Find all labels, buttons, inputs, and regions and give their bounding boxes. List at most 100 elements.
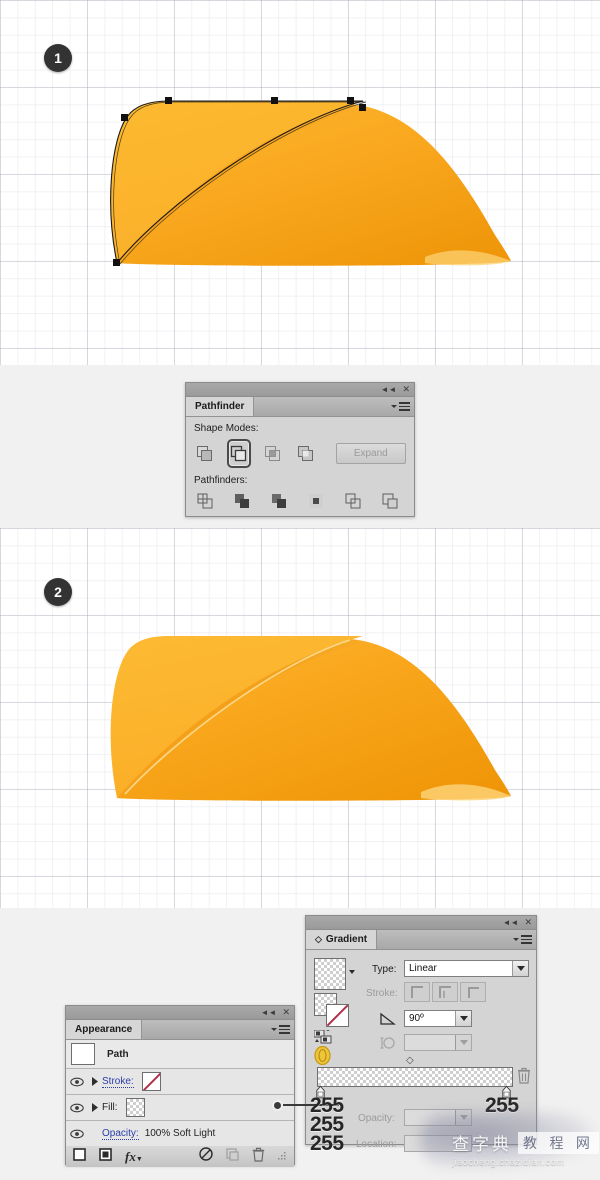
fill-swatch-gradient[interactable]: [125, 1098, 145, 1117]
watermark-cn-text: 查字典: [452, 1135, 512, 1155]
close-icon[interactable]: ✕: [282, 1008, 290, 1017]
gradient-slider-strip[interactable]: [317, 1067, 513, 1087]
gradient-type-select[interactable]: Linear: [404, 960, 529, 977]
resize-grip-icon[interactable]: [278, 1148, 287, 1166]
delete-item-icon[interactable]: [252, 1147, 265, 1167]
stroke-across-icon: [467, 986, 479, 998]
tab-appearance[interactable]: Appearance: [66, 1020, 143, 1039]
pathfinder-divide-button[interactable]: [194, 490, 216, 512]
delete-stop-icon[interactable]: [517, 1067, 531, 1084]
step-badge-1: 1: [44, 44, 72, 72]
panel-menu-icon[interactable]: [399, 402, 410, 411]
tab-gradient[interactable]: ◇ Gradient: [306, 930, 378, 949]
gradient-angle-value: 90º: [409, 1013, 424, 1024]
appearance-object-label: Path: [107, 1048, 129, 1060]
duplicate-item-icon[interactable]: [226, 1147, 239, 1166]
pathfinder-tabrow: Pathfinder: [186, 397, 414, 417]
stroke-proxy[interactable]: [326, 1004, 349, 1027]
gradient-opacity-label: Opacity:: [358, 1113, 395, 1124]
gradient-aspect-input[interactable]: [404, 1034, 472, 1051]
appearance-footer: fx▼: [66, 1146, 294, 1167]
add-effect-icon[interactable]: fx▼: [125, 1149, 143, 1165]
divide-icon: [197, 493, 212, 508]
expand-button-label: Expand: [353, 448, 388, 459]
panel-menu-caret-icon[interactable]: [391, 405, 397, 408]
tab-pathfinder[interactable]: Pathfinder: [186, 397, 255, 416]
aspect-ratio-icon: [380, 1037, 395, 1049]
gradient-fill-stroke-toggle-icon[interactable]: [314, 1030, 336, 1044]
gradient-preview-swatch[interactable]: [314, 958, 346, 990]
visibility-eye-icon[interactable]: [66, 1129, 88, 1139]
gradient-midpoint-handle[interactable]: ◇: [406, 1055, 414, 1066]
outline-icon: [345, 493, 361, 508]
callout-leader-dot: [272, 1100, 283, 1111]
crop-icon: [309, 493, 324, 508]
tab-gradient-label: Gradient: [325, 934, 368, 945]
add-new-stroke-icon[interactable]: [73, 1147, 86, 1166]
panel-menu-icon[interactable]: [521, 935, 532, 944]
callout-left-values: 255 255 255: [310, 1095, 344, 1155]
step-badge-1-label: 1: [54, 50, 62, 66]
stroke-across-button[interactable]: [460, 982, 486, 1002]
panel-menu-caret-icon[interactable]: [513, 938, 519, 941]
gradient-titlebar: ◄◄ ✕: [306, 916, 536, 930]
stroke-along-button[interactable]: [432, 982, 458, 1002]
appearance-fill-label[interactable]: Fill:: [102, 1102, 118, 1113]
unite-icon: [197, 446, 213, 461]
shape-illustration-step1: [110, 97, 511, 266]
gradient-location-label: Location:: [356, 1139, 397, 1150]
close-icon[interactable]: ✕: [524, 918, 532, 927]
stroke-within-button[interactable]: [404, 982, 430, 1002]
step-badge-2-label: 2: [54, 584, 62, 600]
collapse-icon[interactable]: ◄◄: [381, 385, 397, 394]
appearance-stroke-label[interactable]: Stroke:: [102, 1076, 134, 1088]
appearance-opacity-value: 100% Soft Light: [144, 1128, 216, 1139]
pathfinder-titlebar: ◄◄ ✕: [186, 383, 414, 397]
pathfinders-label: Pathfinders:: [194, 475, 248, 486]
shape-mode-exclude-button[interactable]: [295, 440, 317, 467]
gradient-tool-icon[interactable]: [314, 1046, 331, 1065]
panel-menu-caret-icon[interactable]: [271, 1028, 277, 1031]
shape-mode-intersect-button[interactable]: [262, 440, 284, 467]
gradient-type-label: Type:: [372, 964, 397, 975]
screenshot-root: 1 ◄◄ ✕ Pathfinder Shape Modes: Expand Pa…: [0, 0, 600, 1180]
intersect-icon: [265, 446, 281, 461]
tab-appearance-label: Appearance: [75, 1024, 133, 1035]
clear-appearance-icon[interactable]: [199, 1147, 213, 1166]
add-new-fill-icon[interactable]: [99, 1147, 112, 1166]
appearance-row-opacity[interactable]: Opacity: 100% Soft Light: [66, 1121, 294, 1146]
appearance-row-stroke[interactable]: Stroke:: [66, 1069, 294, 1095]
gradient-angle-input[interactable]: 90º: [404, 1010, 472, 1027]
stroke-along-icon: [438, 985, 451, 998]
gradient-aspect-caret-icon[interactable]: [455, 1035, 471, 1050]
gradient-angle-caret-icon[interactable]: [455, 1011, 471, 1026]
appearance-opacity-label[interactable]: Opacity:: [102, 1128, 139, 1140]
visibility-eye-icon[interactable]: [66, 1103, 88, 1113]
gradient-type-caret-icon[interactable]: [512, 961, 528, 976]
tab-pathfinder-label: Pathfinder: [195, 401, 245, 412]
pathfinder-minus-back-button[interactable]: [380, 490, 402, 512]
disclosure-triangle-icon[interactable]: [88, 1077, 102, 1086]
pathfinder-merge-button[interactable]: [268, 490, 290, 512]
visibility-eye-icon[interactable]: [66, 1077, 88, 1087]
pathfinder-outline-button[interactable]: [343, 490, 365, 512]
gradient-preset-caret-icon[interactable]: [349, 970, 355, 974]
object-thumbnail: [71, 1043, 95, 1065]
pathfinder-trim-button[interactable]: [231, 490, 253, 512]
panel-menu-icon[interactable]: [279, 1025, 290, 1034]
appearance-tabrow: Appearance: [66, 1020, 294, 1040]
shape-mode-unite-button[interactable]: [194, 440, 216, 467]
close-icon[interactable]: ✕: [402, 385, 410, 394]
appearance-object-row[interactable]: Path: [66, 1040, 294, 1069]
pathfinder-crop-button[interactable]: [306, 490, 328, 512]
watermark-cn-box: 教 程 网: [518, 1131, 599, 1154]
stroke-swatch-none[interactable]: [141, 1072, 161, 1091]
callout-left-value-b: 255: [310, 1132, 344, 1155]
shape-mode-minus-front-button[interactable]: [226, 439, 251, 468]
appearance-row-fill[interactable]: Fill:: [66, 1095, 294, 1121]
disclosure-triangle-icon[interactable]: [88, 1103, 102, 1112]
expand-button[interactable]: Expand: [335, 443, 406, 464]
gradient-type-value: Linear: [409, 963, 437, 974]
collapse-icon[interactable]: ◄◄: [503, 918, 519, 927]
collapse-icon[interactable]: ◄◄: [261, 1008, 277, 1017]
